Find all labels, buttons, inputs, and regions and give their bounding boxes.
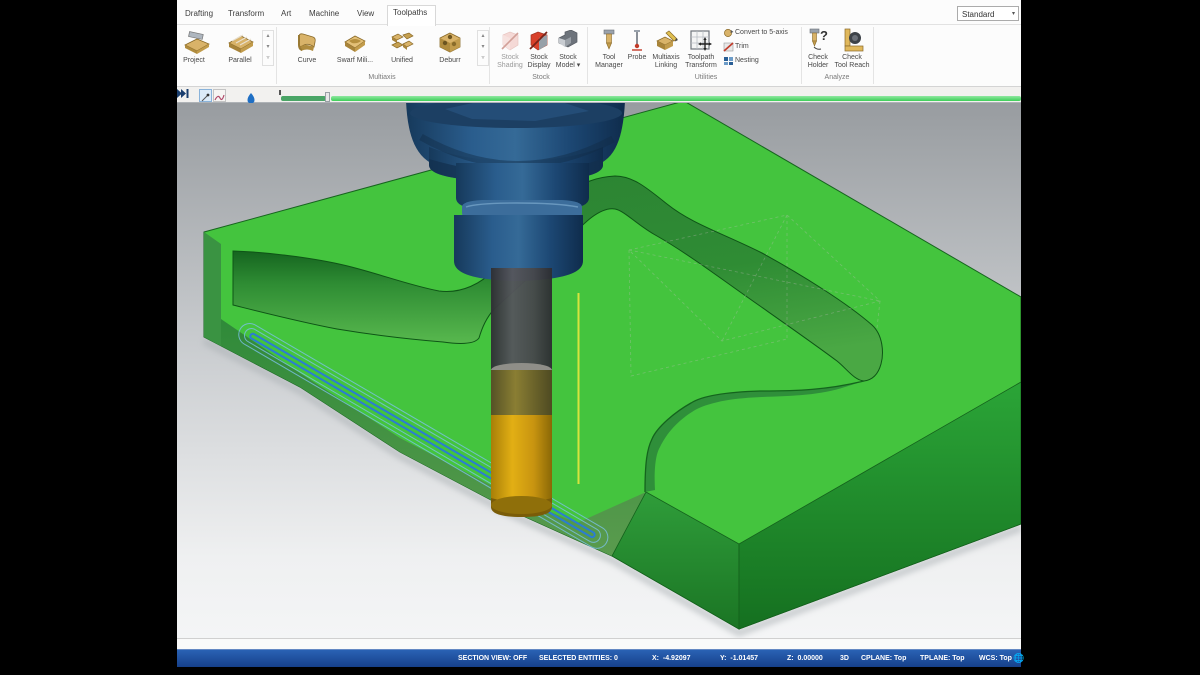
svg-text:?: ? (820, 28, 828, 43)
